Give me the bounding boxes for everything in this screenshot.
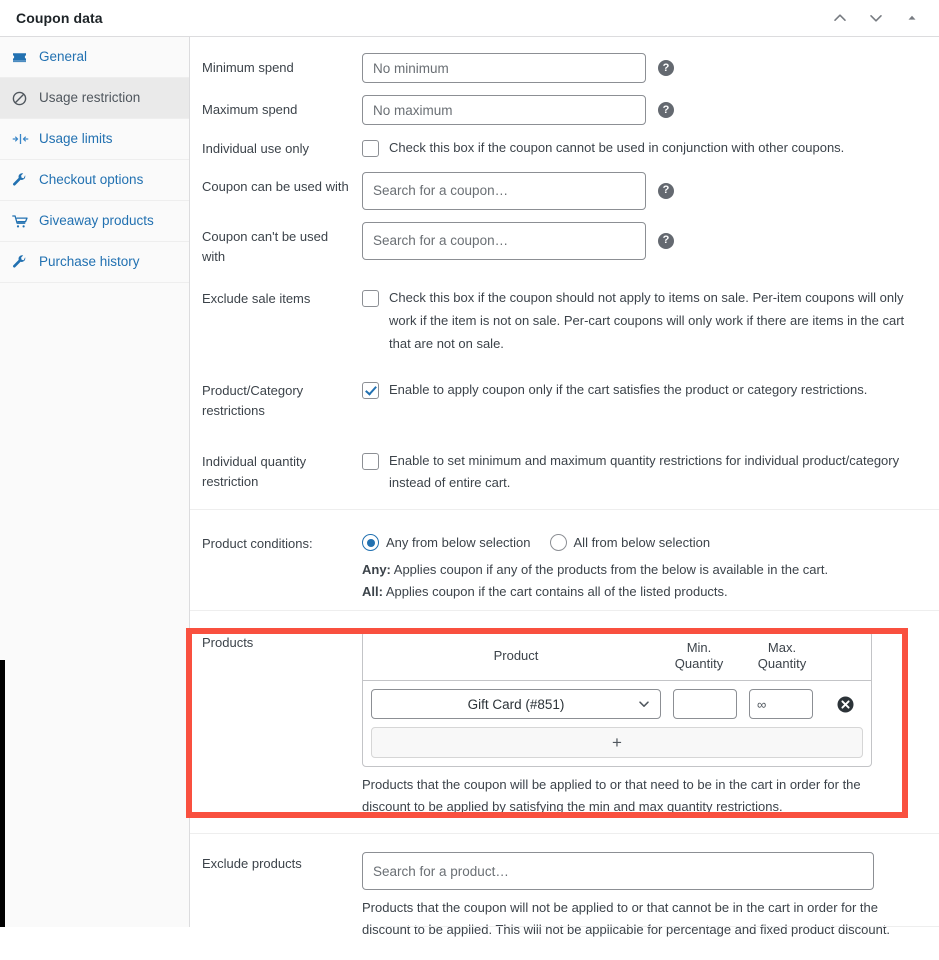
product-category-restrictions-label: Product/Category restrictions [202, 383, 304, 419]
coupon-data-sidebar: General Usage restriction Usage limits C… [0, 37, 190, 927]
coupon-can-be-used-with-input[interactable] [362, 171, 646, 210]
move-up-icon[interactable] [827, 5, 853, 31]
individual-use-only-label: Individual use only [202, 141, 309, 156]
products-label: Products [202, 634, 254, 650]
restriction-fields-group: Minimum spend ? Maximum spend ? [190, 37, 939, 509]
individual-quantity-restriction-checkbox[interactable] [362, 452, 379, 470]
header-actions [827, 5, 925, 31]
panel-header: Coupon data [0, 0, 939, 37]
maximum-spend-label: Maximum spend [202, 102, 298, 117]
product-conditions-label: Product conditions: [202, 536, 313, 552]
field-row-product-conditions: Product conditions: Any from below selec… [190, 526, 939, 608]
field-row-exclude-products: Exclude products Products that the coupo… [190, 846, 939, 946]
page-title: Coupon data [16, 10, 103, 26]
product-select[interactable]: Gift Card (#851) [371, 689, 661, 720]
any-help-text: Applies coupon if any of the products fr… [390, 562, 829, 578]
wrench-icon [12, 253, 32, 271]
minimum-spend-input[interactable] [362, 53, 646, 83]
radio-any-from-below-selection[interactable] [362, 534, 379, 552]
coupon-cant-be-used-with-input[interactable] [362, 221, 646, 260]
product-conditions-help: Any: Applies coupon if any of the produc… [362, 559, 927, 602]
coupon-data-content: Minimum spend ? Maximum spend ? [190, 37, 939, 937]
field-row-products: Products Product Min. Quantity Max. Quan… [190, 625, 939, 823]
sidebar-item-checkout-options[interactable]: Checkout options [0, 160, 189, 201]
any-help-term: Any: [362, 562, 391, 578]
sidebar-item-label: Giveaway products [39, 213, 154, 229]
min-quantity-input[interactable] [673, 689, 737, 720]
column-header-max-quantity: Max. Quantity [757, 639, 807, 672]
individual-use-only-text: Check this box if the coupon cannot be u… [389, 140, 845, 155]
column-header-min-quantity: Min. Quantity [674, 639, 724, 672]
radio-any-label[interactable]: Any from below selection [386, 535, 531, 550]
field-row-maximum-spend: Maximum spend ? [190, 89, 939, 131]
sidebar-item-label: Purchase history [39, 254, 140, 270]
delete-circle-icon[interactable] [835, 694, 855, 714]
radio-all-label[interactable]: All from below selection [574, 535, 711, 550]
move-down-icon[interactable] [863, 5, 889, 31]
product-conditions-group: Product conditions: Any from below selec… [190, 509, 939, 610]
products-table-header: Product Min. Quantity Max. Quantity [363, 632, 871, 682]
maximum-spend-input[interactable] [362, 95, 646, 125]
field-row-individual-quantity-restriction: Individual quantity restriction Enable t… [190, 428, 939, 502]
products-description: Products that the coupon will be applied… [362, 777, 861, 814]
products-group: Products Product Min. Quantity Max. Quan… [190, 609, 939, 833]
field-row-product-category-restrictions: Product/Category restrictions Enable to … [190, 361, 939, 427]
field-row-coupon-cant-be-used-with: Coupon can't be used with ? [190, 216, 939, 273]
help-icon[interactable]: ? [658, 60, 674, 76]
coupon-cant-be-used-with-label: Coupon can't be used with [202, 228, 329, 264]
sidebar-item-usage-restriction[interactable]: Usage restriction [0, 78, 189, 119]
products-table: Product Min. Quantity Max. Quantity Gift… [362, 630, 872, 768]
sidebar-item-label: Usage restriction [39, 90, 141, 106]
sidebar-item-general[interactable]: General [0, 37, 189, 78]
exclude-products-description: Products that the coupon will not be app… [362, 900, 891, 937]
product-conditions-radio-group: Any from below selection All from below … [362, 532, 927, 552]
chevron-down-icon [637, 697, 651, 711]
max-quantity-input[interactable] [749, 689, 813, 720]
help-icon[interactable]: ? [658, 232, 674, 249]
field-row-coupon-can-be-used-with: Coupon can be used with ? [190, 166, 939, 216]
help-icon[interactable]: ? [658, 182, 674, 199]
sidebar-item-usage-limits[interactable]: Usage limits [0, 119, 189, 160]
toggle-panel-icon[interactable] [899, 5, 925, 31]
sidebar-item-label: General [39, 49, 88, 65]
help-icon[interactable]: ? [658, 102, 674, 118]
panel-body: General Usage restriction Usage limits C… [0, 37, 939, 937]
individual-quantity-restriction-label: Individual quantity restriction [202, 453, 307, 489]
table-row: Gift Card (#851) [363, 681, 871, 727]
field-row-minimum-spend: Minimum spend ? [190, 47, 939, 89]
column-header-product: Product [493, 648, 539, 664]
sidebar-item-label: Usage limits [39, 131, 113, 147]
product-category-restrictions-checkbox[interactable] [362, 382, 379, 400]
exclude-sale-items-checkbox[interactable] [362, 290, 379, 308]
ticket-icon [12, 48, 32, 66]
exclude-products-input[interactable] [362, 852, 874, 891]
sidebar-item-giveaway-products[interactable]: Giveaway products [0, 201, 189, 242]
product-category-restrictions-text: Enable to apply coupon only if the cart … [389, 382, 868, 398]
coupon-data-panel: Coupon data General Usage restriction Us… [0, 0, 939, 937]
coupon-can-be-used-with-label: Coupon can be used with [202, 178, 349, 194]
exclude-products-group: Exclude products Products that the coupo… [190, 833, 939, 960]
radio-all-from-below-selection[interactable] [549, 534, 567, 552]
add-product-row-button[interactable]: + [371, 727, 863, 759]
cart-icon [12, 212, 32, 230]
left-edge-rail [0, 660, 5, 927]
wrench-icon [12, 171, 32, 189]
all-help-term: All: [362, 583, 383, 599]
sidebar-item-purchase-history[interactable]: Purchase history [0, 242, 189, 283]
individual-use-only-checkbox[interactable] [362, 140, 379, 157]
minimum-spend-label: Minimum spend [202, 60, 294, 75]
limit-icon [12, 130, 32, 148]
individual-quantity-restriction-text: Enable to set minimum and maximum quanti… [389, 452, 900, 491]
block-icon [12, 89, 32, 107]
field-row-exclude-sale-items: Exclude sale items Check this box if the… [190, 273, 939, 361]
sidebar-item-label: Checkout options [39, 172, 144, 188]
exclude-sale-items-label: Exclude sale items [202, 291, 311, 307]
all-help-text: Applies coupon if the cart contains all … [382, 583, 728, 599]
exclude-sale-items-text: Check this box if the coupon should not … [389, 290, 905, 351]
exclude-products-label: Exclude products [202, 856, 302, 872]
field-row-individual-use-only: Individual use only Check this box if th… [190, 131, 939, 166]
product-select-value: Gift Card (#851) [467, 696, 565, 712]
